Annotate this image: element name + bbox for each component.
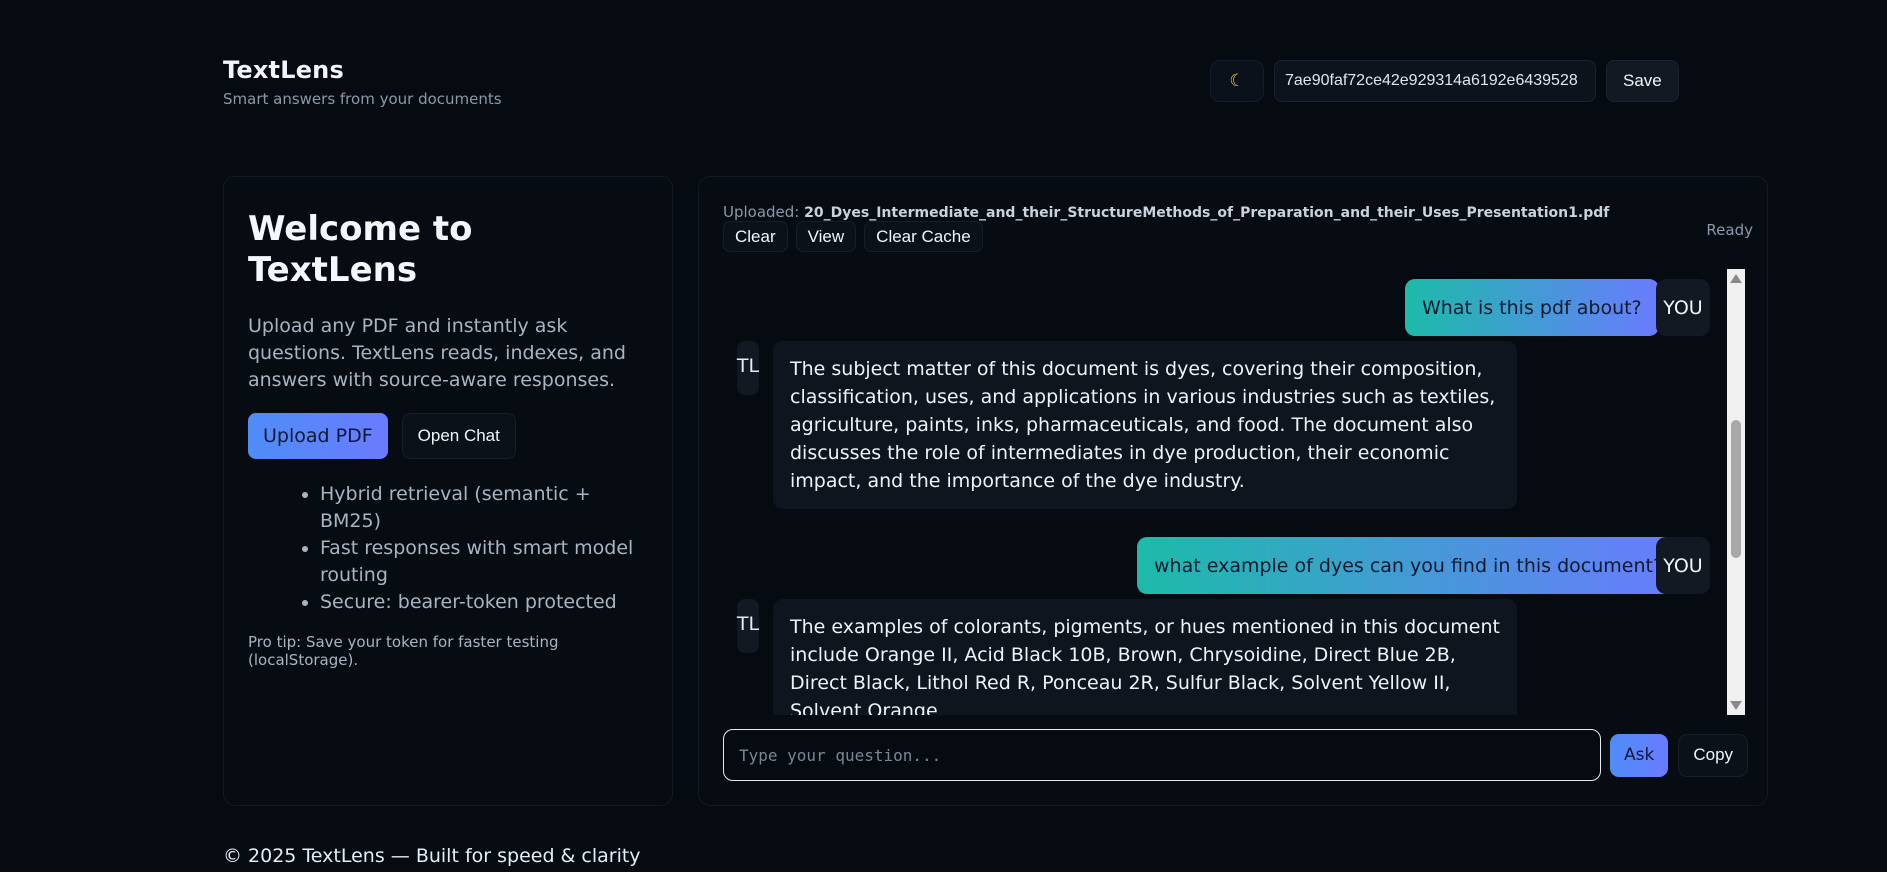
scroll-down-arrow-icon[interactable] (1730, 701, 1742, 710)
user-avatar: YOU (1656, 537, 1710, 594)
header-controls: ☾ Save (1210, 60, 1679, 102)
bot-avatar: TL (737, 341, 759, 395)
open-chat-button[interactable]: Open Chat (401, 412, 516, 459)
uploaded-filename: 20_Dyes_Intermediate_and_their_Structure… (804, 205, 1610, 221)
feature-item: Secure: bearer-token protected (320, 589, 648, 616)
app-subtitle: Smart answers from your documents (223, 90, 502, 108)
uploaded-label: Uploaded: (723, 203, 800, 221)
message-list[interactable]: What is this pdf about? YOU TL The subje… (723, 269, 1745, 715)
uploaded-file-info: Uploaded: 20_Dyes_Intermediate_and_their… (723, 203, 1609, 221)
bot-message: The examples of colorants, pigments, or … (773, 599, 1517, 715)
app-title: TextLens (223, 56, 344, 84)
ask-button[interactable]: Ask (1610, 733, 1669, 777)
chat-card: Uploaded: 20_Dyes_Intermediate_and_their… (698, 176, 1768, 806)
user-message: What is this pdf about? (1405, 279, 1659, 336)
welcome-card: Welcome to TextLens Upload any PDF and i… (223, 176, 673, 806)
copy-button[interactable]: Copy (1678, 733, 1749, 777)
moon-icon: ☾ (1229, 71, 1245, 91)
view-button[interactable]: View (795, 221, 857, 252)
welcome-intro: Upload any PDF and instantly ask questio… (248, 314, 626, 391)
brand: TextLens Smart answers from your documen… (223, 56, 502, 108)
theme-toggle-button[interactable]: ☾ (1210, 60, 1264, 102)
save-button[interactable]: Save (1606, 60, 1679, 102)
feature-item: Hybrid retrieval (semantic + BM25) (320, 481, 648, 535)
feature-list: Hybrid retrieval (semantic + BM25) Fast … (248, 481, 648, 616)
chat-actions: Clear View Clear Cache (723, 221, 983, 252)
upload-pdf-button[interactable]: Upload PDF (248, 412, 388, 459)
clear-button[interactable]: Clear (723, 221, 788, 252)
footer-text: © 2025 TextLens — Built for speed & clar… (223, 845, 641, 867)
scroll-up-arrow-icon[interactable] (1730, 274, 1742, 283)
bot-avatar: TL (737, 599, 759, 653)
status-text: Ready (1706, 221, 1753, 239)
message-scrollbar[interactable] (1727, 269, 1745, 715)
user-avatar: YOU (1656, 279, 1710, 336)
pro-tip: Pro tip: Save your token for faster test… (248, 632, 559, 669)
scroll-thumb[interactable] (1731, 420, 1741, 558)
token-input[interactable] (1274, 60, 1596, 102)
question-input[interactable] (723, 729, 1601, 781)
cta-row: Upload PDF Open Chat (248, 412, 648, 459)
user-message: what example of dyes can you find in thi… (1137, 537, 1681, 594)
clear-cache-button[interactable]: Clear Cache (864, 221, 983, 252)
page: TextLens Smart answers from your documen… (0, 0, 1887, 872)
bot-message: The subject matter of this document is d… (773, 341, 1517, 509)
ask-row: Ask Copy (723, 729, 1749, 781)
welcome-title: Welcome to TextLens (248, 209, 473, 290)
feature-item: Fast responses with smart model routing (320, 535, 648, 589)
